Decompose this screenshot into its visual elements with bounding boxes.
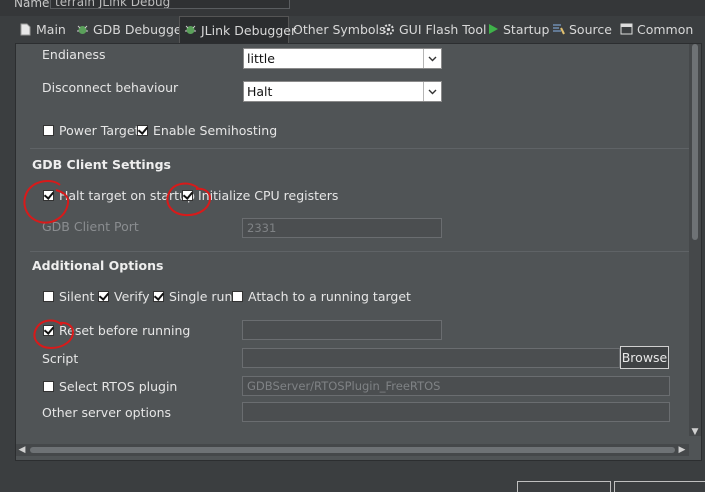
gdb-client-settings-title: GDB Client Settings — [32, 157, 171, 172]
scroll-left-icon[interactable]: ◀ — [16, 444, 28, 456]
checkbox-box[interactable] — [98, 291, 109, 302]
tab-source[interactable]: Source — [548, 17, 614, 42]
gdb-client-port-field[interactable]: 2331 — [242, 218, 442, 238]
chevron-down-icon[interactable] — [423, 49, 441, 68]
script-field[interactable] — [242, 348, 620, 368]
script-label: Script — [42, 351, 79, 366]
checkbox-box[interactable] — [182, 190, 193, 201]
tab-label: JLink Debugger — [201, 22, 297, 38]
rtos-label: Select RTOS plugin — [59, 379, 178, 394]
reset-field[interactable] — [242, 320, 442, 340]
silent-checkbox[interactable]: Silent — [43, 289, 94, 304]
tab-label: Main — [36, 22, 66, 37]
endianess-value: little — [247, 51, 275, 66]
tab-startup[interactable]: Startup — [483, 17, 550, 42]
horizontal-scroll-thumb[interactable] — [30, 447, 675, 453]
source-icon — [552, 23, 565, 37]
init-cpu-registers-checkbox[interactable]: Initialize CPU registers — [182, 188, 338, 203]
bug-icon — [76, 23, 89, 37]
separator — [30, 251, 690, 252]
halt-on-startup-checkbox[interactable]: Halt target on startup — [43, 188, 195, 203]
checkbox-box[interactable] — [232, 291, 243, 302]
verify-label: Verify — [114, 289, 150, 304]
endianess-select[interactable]: little — [243, 48, 442, 69]
checkbox-box[interactable] — [43, 190, 54, 201]
vertical-scrollbar[interactable]: ▼ — [689, 44, 701, 438]
reset-label: Reset before running — [59, 323, 191, 338]
init-cpu-label: Initialize CPU registers — [198, 188, 339, 203]
window-icon — [620, 23, 633, 37]
semihosting-label: Enable Semihosting — [153, 123, 278, 138]
single-run-checkbox[interactable]: Single run — [153, 289, 232, 304]
tab-jlink-debugger[interactable]: JLink Debugger — [179, 16, 296, 43]
tab-gdb-debugger[interactable]: GDB Debugger — [72, 17, 187, 42]
bug-icon — [184, 23, 197, 37]
tab-common[interactable]: Common — [616, 17, 696, 42]
name-row: Name: terrain JLink Debug — [0, 0, 705, 16]
verify-checkbox[interactable]: Verify — [98, 289, 149, 304]
play-icon — [487, 23, 499, 37]
reset-before-running-checkbox[interactable]: Reset before running — [43, 323, 190, 338]
tab-label: GDB Debugger — [93, 22, 187, 37]
other-server-options-label: Other server options — [42, 405, 172, 420]
chevron-down-icon[interactable] — [423, 82, 441, 101]
halt-label: Halt target on startup — [59, 188, 195, 203]
checkbox-box[interactable] — [43, 291, 54, 302]
checkbox-box[interactable] — [43, 325, 54, 336]
horizontal-scrollbar[interactable]: ◀ ▶ — [16, 444, 689, 456]
tab-label: Other Symbols — [293, 22, 386, 37]
tab-label: Startup — [503, 22, 550, 37]
scroll-right-icon[interactable]: ▶ — [676, 444, 688, 456]
checkbox-box[interactable] — [153, 291, 164, 302]
attach-label: Attach to a running target — [248, 289, 411, 304]
browse-button[interactable]: Browse — [620, 346, 669, 369]
checkbox-box[interactable] — [137, 125, 148, 136]
gdb-client-port-label: GDB Client Port — [42, 219, 139, 234]
page-icon — [18, 23, 32, 37]
checkbox-box[interactable] — [43, 125, 54, 136]
tab-label: Source — [569, 22, 612, 37]
disconnect-value: Halt — [247, 84, 273, 99]
name-label: Name: — [14, 0, 54, 10]
additional-options-title: Additional Options — [32, 258, 164, 273]
vertical-scroll-thumb[interactable] — [692, 44, 698, 240]
tab-other-symbols[interactable]: Other Symbols — [289, 17, 386, 42]
settings-panel: Endianess little Disconnect behaviour Ha… — [15, 43, 702, 461]
other-server-options-field[interactable] — [242, 402, 670, 422]
disconnect-select[interactable]: Halt — [243, 81, 442, 102]
single-run-label: Single run — [169, 289, 233, 304]
select-rtos-plugin-checkbox[interactable]: Select RTOS plugin — [43, 379, 177, 394]
tab-label: GUI Flash Tool — [399, 22, 487, 37]
separator — [30, 148, 690, 149]
tab-gui-flash-tool[interactable]: GUI Flash Tool — [378, 17, 487, 42]
disconnect-label: Disconnect behaviour — [42, 80, 179, 95]
power-target-label: Power Target — [59, 123, 140, 138]
attach-running-target-checkbox[interactable]: Attach to a running target — [232, 289, 411, 304]
gear-icon — [382, 23, 395, 37]
tab-main[interactable]: Main — [14, 17, 70, 42]
endianess-label: Endianess — [42, 47, 106, 62]
name-field[interactable]: terrain JLink Debug — [50, 0, 290, 9]
power-target-checkbox[interactable]: Power Target — [43, 123, 139, 138]
rtos-plugin-field[interactable]: GDBServer/RTOSPlugin_FreeRTOS — [242, 376, 670, 396]
tab-label: Common — [637, 22, 694, 37]
silent-label: Silent — [59, 289, 95, 304]
checkbox-box[interactable] — [43, 381, 54, 392]
tab-bar: Main GDB Debugger JLink Debugger Other S… — [14, 16, 705, 43]
scroll-down-icon[interactable]: ▼ — [689, 426, 701, 438]
enable-semihosting-checkbox[interactable]: Enable Semihosting — [137, 123, 277, 138]
